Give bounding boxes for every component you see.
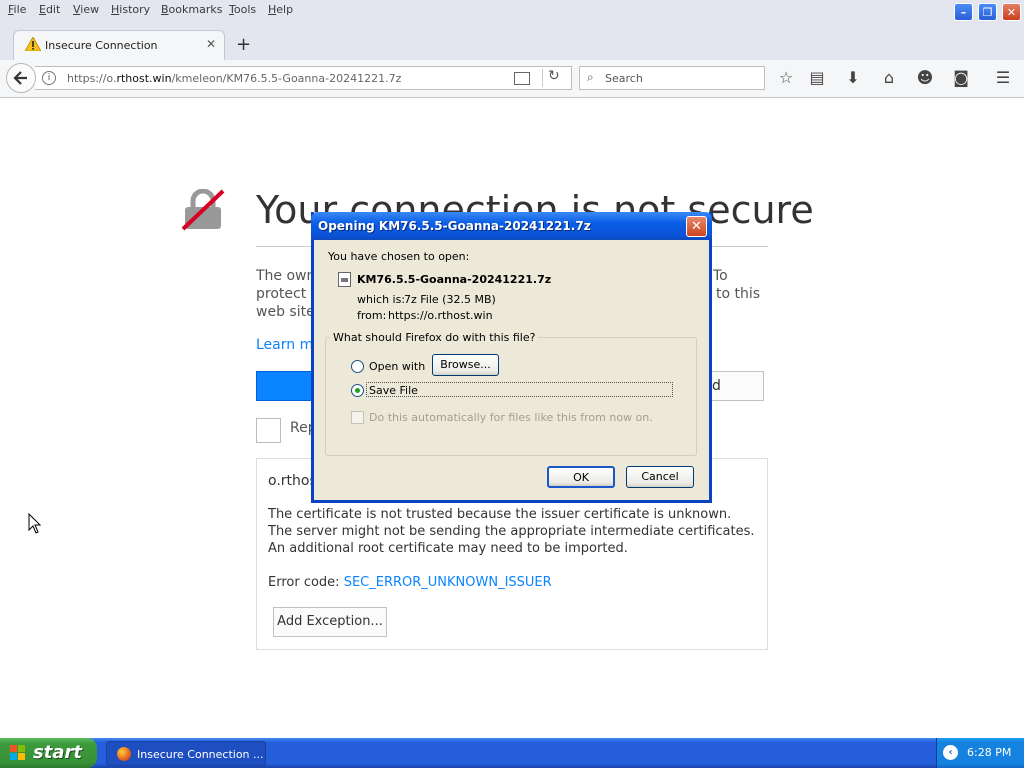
dialog-titlebar[interactable]: Opening KM76.5.5-Goanna-20241221.7z [311, 212, 712, 240]
dialog-filename: KM76.5.5-Goanna-20241221.7z [357, 273, 552, 286]
open-with-radio[interactable] [351, 360, 364, 373]
clock: 6:28 PM [967, 746, 1012, 759]
which-is-value: 7z File (32.5 MB) [404, 293, 496, 306]
error-code-label: Error code: [268, 575, 344, 590]
start-label: start [33, 742, 82, 763]
error-text-line3: web site [256, 304, 315, 320]
from-label: from: [357, 309, 387, 322]
site-info-icon[interactable]: i [42, 71, 56, 85]
bookmark-star-icon[interactable]: ☆ [776, 68, 796, 88]
chosen-label: You have chosen to open: [328, 250, 470, 263]
warning-icon [25, 37, 41, 51]
dialog-close-icon[interactable]: ✕ [686, 216, 707, 237]
pocket-icon[interactable]: ◙ [951, 68, 971, 88]
add-exception-button[interactable]: Add Exception... [273, 607, 387, 637]
cancel-button[interactable]: Cancel [626, 466, 694, 488]
error-text-line2-end: to this [716, 286, 761, 302]
cert-message-line1: The certificate is not trusted because t… [268, 507, 732, 522]
downloads-icon[interactable]: ⬇ [843, 68, 863, 88]
host-text: o.rthos [268, 473, 317, 489]
browse-button[interactable]: Browse... [432, 354, 499, 376]
new-tab-icon[interactable]: + [236, 34, 251, 55]
open-with-label: Open with [369, 360, 426, 373]
error-text-line2: protect y [256, 286, 319, 302]
error-code-line: Error code: SEC_ERROR_UNKNOWN_ISSUER [268, 575, 552, 590]
restore-icon[interactable]: ❐ [978, 3, 997, 21]
minimize-icon[interactable]: – [954, 3, 973, 21]
error-text-line1: The own [256, 268, 316, 284]
menu-bar: File Edit View History Bookmarks Tools H… [0, 0, 1024, 22]
tab-title: Insecure Connection [45, 39, 158, 52]
which-is-label: which is: [357, 293, 406, 306]
menu-file[interactable]: File [8, 3, 26, 16]
archive-file-icon [338, 272, 351, 287]
firefox-icon [117, 747, 131, 761]
auto-checkbox[interactable] [351, 411, 364, 424]
menu-view[interactable]: View [73, 3, 99, 16]
go-back-button[interactable] [256, 371, 316, 401]
start-button[interactable]: start [0, 738, 97, 768]
cert-message-line3: An additional root certificate may need … [268, 541, 628, 556]
search-box[interactable]: ⌕ Search [579, 66, 765, 90]
advanced-button-label: d [712, 378, 721, 394]
broken-lock-icon [181, 189, 225, 231]
ok-button[interactable]: OK [547, 466, 615, 488]
home-icon[interactable]: ⌂ [879, 68, 899, 88]
search-icon: ⌕ [587, 70, 594, 84]
menu-bookmarks[interactable]: Bookmarks [161, 3, 222, 16]
tab-close-icon[interactable]: ✕ [206, 37, 216, 51]
dialog-title: Opening KM76.5.5-Goanna-20241221.7z [318, 219, 591, 233]
action-question: What should Firefox do with this file? [330, 331, 539, 344]
mouse-cursor-icon [28, 513, 42, 534]
search-placeholder: Search [605, 72, 643, 85]
windows-flag-icon [10, 745, 25, 760]
error-code-link[interactable]: SEC_ERROR_UNKNOWN_ISSUER [344, 575, 552, 590]
back-button[interactable] [6, 63, 36, 93]
save-file-radio[interactable] [351, 384, 364, 397]
url-separator [542, 69, 543, 87]
error-text-line1-end: To [713, 268, 728, 284]
bookmarks-list-icon[interactable]: ▤ [807, 68, 827, 88]
back-arrow-icon [13, 71, 27, 85]
url-bar[interactable]: i https://o.rthost.win/kmeleon/KM76.5.5-… [35, 66, 572, 90]
from-value: https://o.rthost.win [388, 309, 493, 322]
report-errors-checkbox[interactable] [256, 418, 281, 443]
reload-icon[interactable]: ↻ [548, 68, 560, 84]
taskbar-item-label: Insecure Connection ... [137, 748, 264, 761]
chat-icon[interactable]: ☻ [915, 68, 935, 88]
menu-help[interactable]: Help [268, 3, 293, 16]
menu-tools[interactable]: Tools [229, 3, 256, 16]
cert-message-line2: The server might not be sending the appr… [268, 524, 755, 539]
reader-view-icon[interactable] [514, 72, 530, 85]
learn-more-link[interactable]: Learn m [256, 337, 313, 353]
tab-insecure-connection[interactable]: Insecure Connection ✕ [13, 30, 225, 61]
window-close-icon[interactable]: ✕ [1002, 3, 1021, 21]
url-text: https://o.rthost.win/kmeleon/KM76.5.5-Go… [67, 72, 402, 85]
menu-edit[interactable]: Edit [39, 3, 60, 16]
save-file-label: Save File [369, 384, 418, 397]
system-tray: ‹ 6:28 PM [936, 738, 1024, 768]
hamburger-menu-icon[interactable]: ☰ [993, 68, 1013, 88]
menu-history[interactable]: History [111, 3, 150, 16]
auto-label: Do this automatically for files like thi… [369, 411, 653, 424]
taskbar-item-firefox[interactable]: Insecure Connection ... [106, 741, 266, 766]
tray-expand-icon[interactable]: ‹ [943, 745, 958, 760]
